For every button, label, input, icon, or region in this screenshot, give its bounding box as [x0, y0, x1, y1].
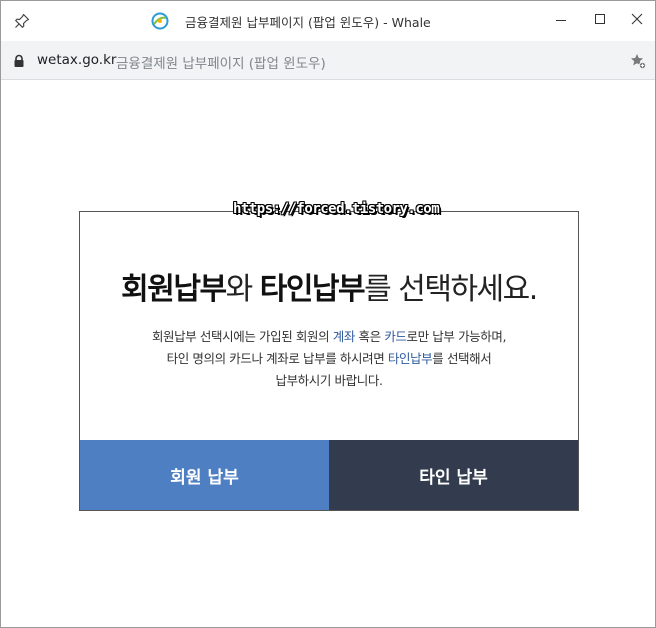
lock-icon[interactable] [13, 53, 25, 67]
close-icon [631, 13, 643, 25]
title-bar: 금융결제원 납부페이지 (팝업 윈도우) - Whale [1, 1, 655, 41]
desc-text: 타인 명의의 카드나 계좌로 납부를 하시려면 [166, 351, 388, 366]
url-domain[interactable]: wetax.go.kr [37, 52, 116, 68]
minimize-button[interactable] [546, 6, 576, 34]
description-line-2: 타인 명의의 카드나 계좌로 납부를 하시려면 타인납부를 선택해서 [80, 348, 578, 370]
desc-text: 로만 납부 가능하며, [406, 329, 507, 344]
desc-highlight-card: 카드 [384, 329, 407, 344]
browser-popup-window: 금융결제원 납부페이지 (팝업 윈도우) - Whale wetax.go.kr… [0, 0, 656, 628]
address-bar[interactable]: wetax.go.kr 금융결제원 납부페이지 (팝업 윈도우) [1, 41, 655, 80]
close-button[interactable] [622, 6, 652, 34]
pin-icon[interactable] [13, 12, 31, 30]
whale-logo-icon [151, 12, 169, 30]
desc-text: 회원납부 선택시에는 가입된 회원의 [151, 329, 333, 344]
other-pay-button[interactable]: 타인 납부 [329, 440, 578, 510]
other-pay-label: 타인 납부 [419, 467, 488, 488]
maximize-icon [595, 14, 605, 24]
desc-highlight-account: 계좌 [332, 329, 356, 344]
desc-highlight-other-pay: 타인납부 [387, 351, 433, 366]
headline-member-pay: 회원납부 [121, 272, 227, 307]
add-favorite-icon[interactable] [629, 52, 647, 70]
payment-selection-panel: 회원납부와 타인납부를 선택하세요. 회원납부 선택시에는 가입된 회원의 계좌… [79, 211, 579, 511]
headline-other-pay: 타인납부 [259, 272, 366, 307]
headline-text-2: 를 선택하세요. [364, 272, 538, 307]
member-pay-label: 회원 납부 [170, 467, 239, 488]
description-line-3: 납부하시기 바랍니다. [275, 373, 383, 388]
watermark: https://forced.tistory.com [233, 201, 440, 217]
minimize-icon [556, 20, 566, 21]
headline-text-1: 와 [225, 272, 260, 307]
headline: 회원납부와 타인납부를 선택하세요. [80, 264, 578, 308]
url-page-title: 금융결제원 납부페이지 (팝업 윈도우) [116, 56, 326, 72]
desc-text: 혹은 [354, 329, 385, 344]
maximize-button[interactable] [585, 6, 615, 34]
member-pay-button[interactable]: 회원 납부 [80, 440, 329, 510]
description: 회원납부 선택시에는 가입된 회원의 계좌 혹은 카드로만 납부 가능하며, 타… [80, 326, 578, 392]
description-line-1: 회원납부 선택시에는 가입된 회원의 계좌 혹은 카드로만 납부 가능하며, [80, 326, 578, 348]
desc-text: 를 선택해서 [432, 351, 492, 366]
window-title: 금융결제원 납부페이지 (팝업 윈도우) - Whale [185, 15, 431, 30]
